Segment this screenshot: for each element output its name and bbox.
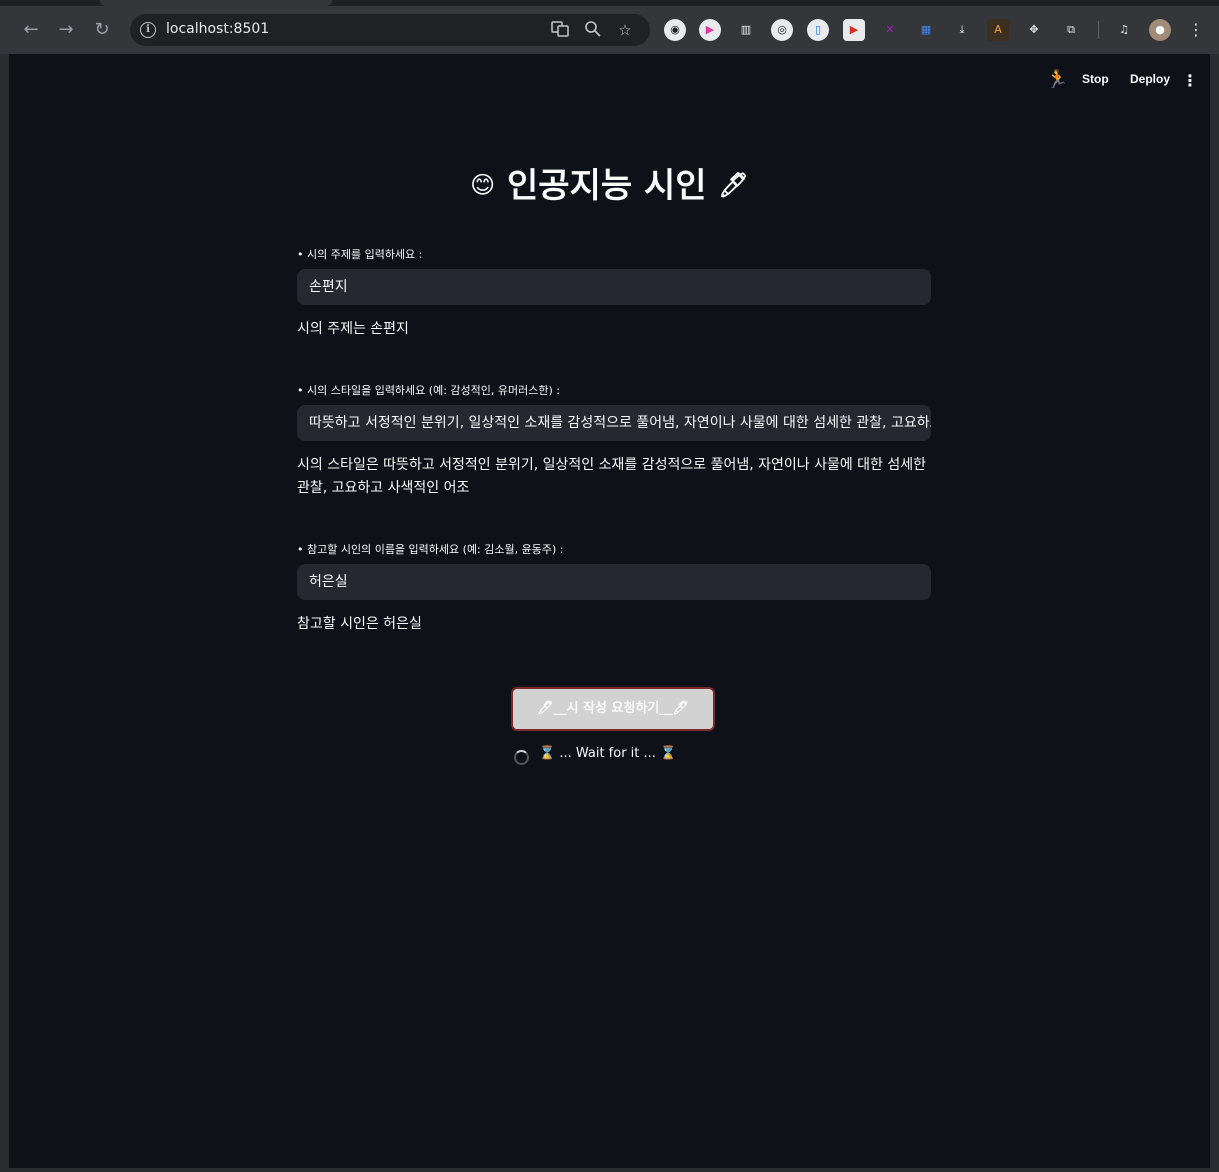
extension-tools-icon[interactable]: ✥: [1023, 19, 1045, 41]
window-bottom-edge: [9, 1168, 1210, 1172]
address-bar[interactable]: i localhost:8501 ☆: [130, 14, 650, 46]
reload-button[interactable]: ↻: [90, 18, 114, 42]
translate-icon[interactable]: [550, 20, 570, 40]
forward-button[interactable]: →: [54, 18, 78, 42]
zoom-icon[interactable]: [583, 20, 603, 40]
browser-toolbar: ← → ↻ i localhost:8501 ☆ ◉ ▶ ▥ ◎ ▯ ▶ ✕ ▦…: [0, 0, 1219, 54]
topic-input[interactable]: 손편지: [297, 269, 931, 305]
window-right-edge: [1210, 54, 1219, 1172]
running-man-icon: 🏃: [1046, 69, 1069, 90]
style-echo: 시의 스타일은 따뜻하고 서정적인 분위기, 일상적인 소재를 감성적으로 풀어…: [297, 457, 927, 496]
extension-a-icon[interactable]: A: [987, 19, 1009, 41]
loading-spinner-icon: [514, 750, 529, 765]
extension-x-icon[interactable]: ✕: [879, 19, 901, 41]
status-text: ⌛ ... Wait for it ... ⌛: [539, 746, 677, 761]
topic-label: • 시의 주제를 입력하세요 :: [297, 248, 423, 261]
active-tab[interactable]: [100, 0, 332, 6]
address-url[interactable]: localhost:8501: [166, 21, 269, 37]
topic-echo: 시의 주제는 손편지: [297, 321, 409, 337]
extension-reader-icon[interactable]: ▥: [735, 19, 757, 41]
window-left-edge: [0, 54, 9, 1172]
style-input[interactable]: 따뜻하고 서정적인 분위기, 일상적인 소재를 감성적으로 풀어냄, 자연이나 …: [297, 405, 931, 441]
pen-emoji-icon: 🖊: [718, 171, 749, 199]
streamlit-app: 🏃 Stop Deploy ⋮ 😊 인공지능 시인 🖊 • 시의 주제를 입력하…: [9, 54, 1210, 1168]
main-menu-icon[interactable]: ⋮: [1182, 70, 1198, 92]
poet-label: • 참고할 시인의 이름을 입력하세요 (예: 김소월, 윤동주) :: [297, 543, 564, 556]
puzzle-icon[interactable]: ⧉: [1060, 19, 1082, 41]
profile-avatar[interactable]: ●: [1149, 19, 1171, 41]
stop-button[interactable]: Stop: [1082, 72, 1109, 86]
extension-red-icon[interactable]: ▶: [843, 19, 865, 41]
star-icon[interactable]: ☆: [615, 20, 635, 40]
back-button[interactable]: ←: [19, 18, 43, 42]
poet-echo: 참고할 시인은 허은실: [297, 616, 422, 632]
poet-input[interactable]: 허은실: [297, 564, 931, 600]
deploy-button[interactable]: Deploy: [1130, 72, 1170, 86]
extension-play-icon[interactable]: ▶: [699, 19, 721, 41]
page-title: 😊 인공지능 시인 🖊: [9, 158, 1210, 207]
request-poem-button[interactable]: 🖊__시 작성 요청하기__🖊: [511, 687, 715, 731]
page-title-text: 인공지능 시인: [507, 166, 707, 206]
extension-owl-icon[interactable]: ◉: [664, 19, 686, 41]
extension-download-icon[interactable]: ⤓: [951, 19, 973, 41]
smile-emoji-icon: 😊: [470, 171, 496, 199]
extension-doc-icon[interactable]: ▯: [807, 19, 829, 41]
extension-grid-icon[interactable]: ▦: [915, 19, 937, 41]
site-info-icon[interactable]: i: [140, 22, 156, 38]
extension-camera-icon[interactable]: ◎: [771, 19, 793, 41]
toolbar-divider: [1098, 21, 1099, 39]
kebab-menu-icon[interactable]: ⋮: [1185, 19, 1207, 41]
style-label: • 시의 스타일을 입력하세요 (예: 감성적인, 유머러스한) :: [297, 384, 560, 397]
media-icon[interactable]: ♫: [1113, 19, 1135, 41]
